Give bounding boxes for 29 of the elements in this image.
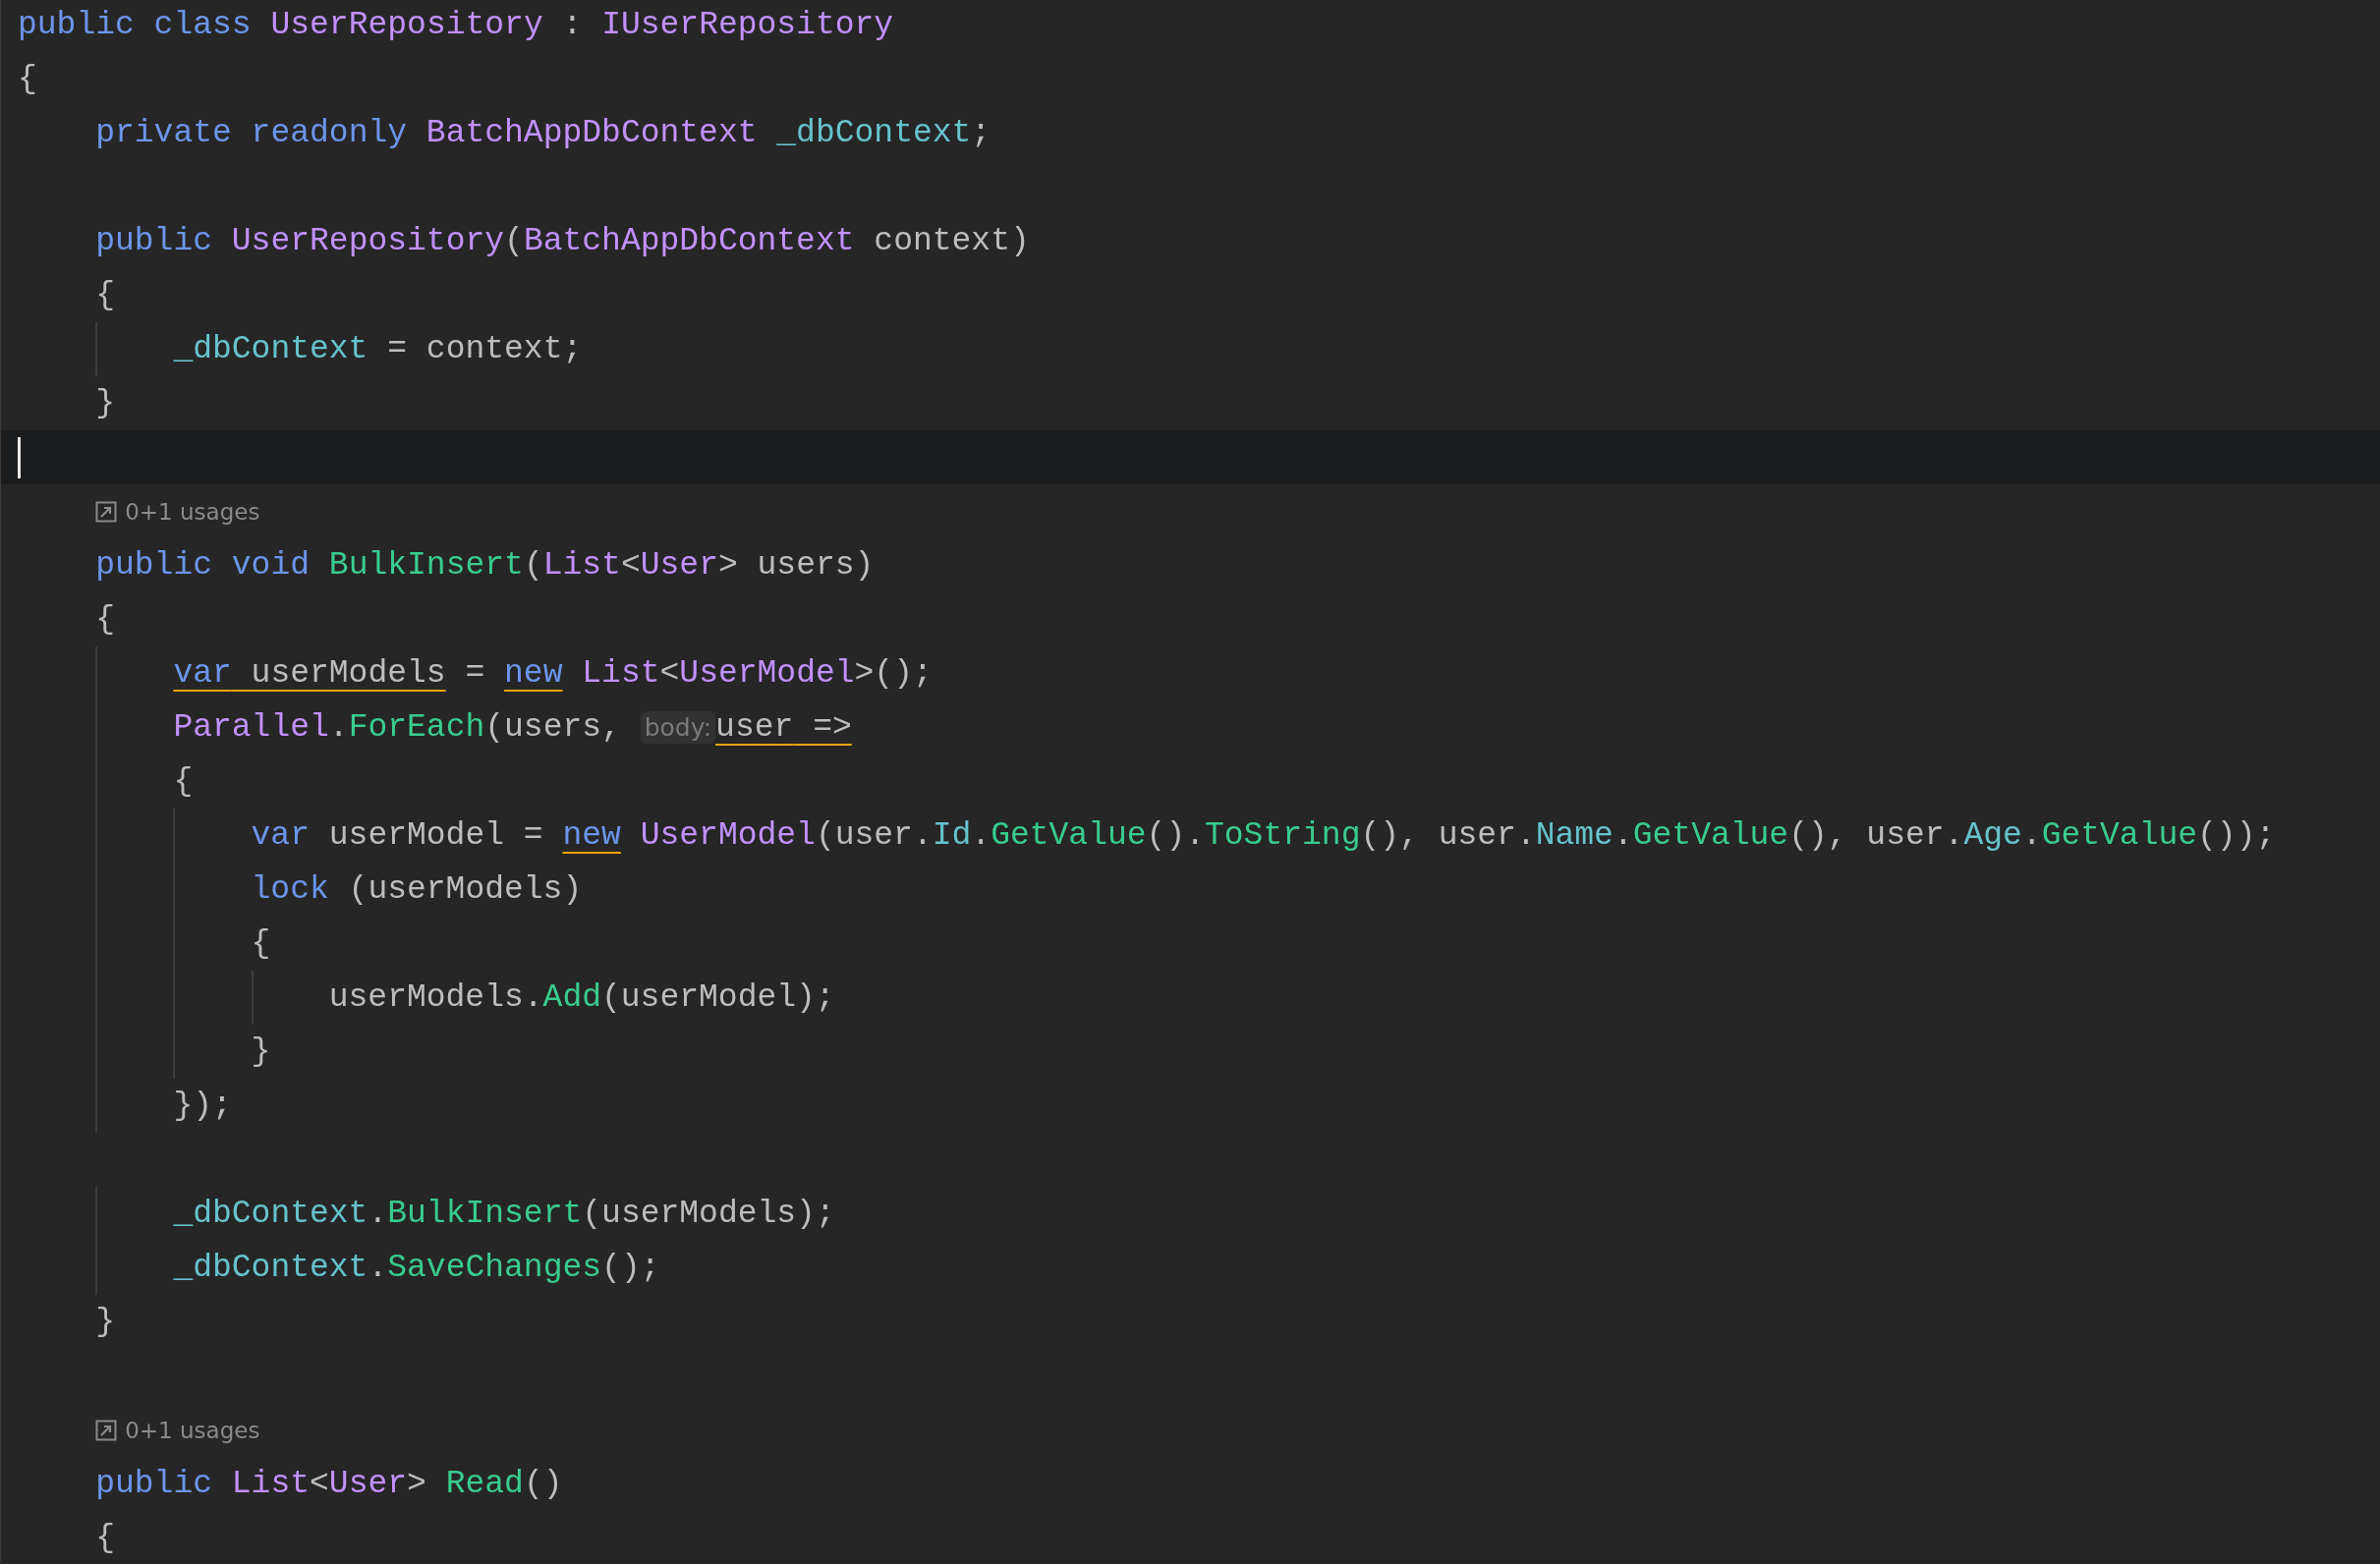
code-text: { [251, 923, 271, 964]
parameter-hint: body: [640, 711, 716, 744]
code-text: }); [173, 1086, 232, 1126]
code-text: _dbContext.BulkInsert(userModels); [173, 1194, 835, 1234]
code-text: public class UserRepository : IUserRepository [18, 5, 894, 45]
code-text: public void BulkInsert(List<User> users) [95, 545, 875, 586]
code-text: } [251, 1032, 271, 1072]
code-text: _dbContext = context; [173, 329, 583, 369]
code-text: } [95, 383, 115, 423]
code-text: Parallel.ForEach(users, [173, 707, 621, 748]
code-text: var userModels = new List<UserModel>(); [173, 653, 933, 694]
usages-link-icon[interactable] [95, 1419, 118, 1441]
code-text: { [18, 59, 37, 99]
code-text: _dbContext.SaveChanges(); [173, 1248, 660, 1288]
code-text: private readonly BatchAppDbContext _dbContext; [95, 113, 992, 153]
code-text: lock (userModels) [251, 869, 583, 910]
code-text: userModels.Add(userModel); [328, 978, 835, 1018]
usages-count[interactable]: 0+1 usages [125, 498, 260, 525]
code-text: { [95, 275, 115, 315]
code-text: user => [715, 707, 852, 748]
code-text: { [95, 1518, 115, 1558]
usages-link-icon[interactable] [95, 500, 118, 523]
code-text: { [173, 761, 194, 802]
usages-count[interactable]: 0+1 usages [125, 1417, 260, 1443]
code-text: var userModel = new UserModel(user.Id.GetValue().ToString(), user.Name.GetValue(), user.Age.GetValue()); [251, 815, 2276, 856]
code-text: { [95, 599, 115, 640]
code-text: } [95, 1302, 115, 1342]
code-text: public UserRepository(BatchAppDbContext context) [95, 221, 1030, 261]
code-text: public List<User> Read() [95, 1464, 563, 1504]
